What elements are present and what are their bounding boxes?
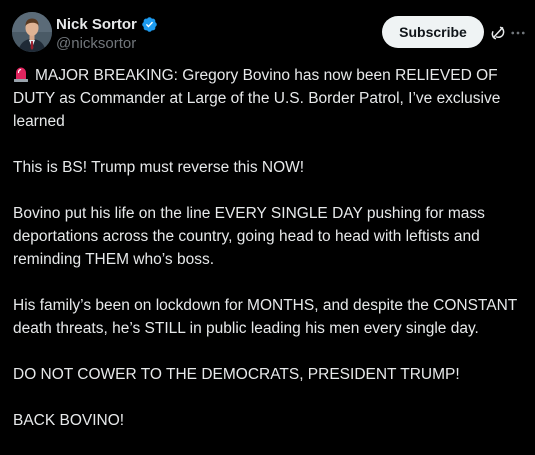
rotating-light-emoji-icon <box>13 66 29 82</box>
avatar-image <box>12 12 52 52</box>
post-paragraph-1-text: MAJOR BREAKING: Gregory Bovino has now b… <box>13 67 501 130</box>
grok-icon[interactable] <box>489 24 507 42</box>
post-paragraph-3: Bovino put his life on the line EVERY SI… <box>13 205 485 268</box>
author-handle[interactable]: @nicksortor <box>56 35 158 52</box>
author-block: Nick Sortor @nicksortor <box>56 14 158 52</box>
post-paragraph-1: MAJOR BREAKING: Gregory Bovino has now b… <box>13 64 525 133</box>
post-header: Nick Sortor @nicksortor Subscribe <box>12 10 525 54</box>
avatar[interactable] <box>12 12 52 52</box>
post-paragraph-4: His family’s been on lockdown for MONTHS… <box>13 297 517 337</box>
post-paragraph-5: DO NOT COWER TO THE DEMOCRATS, PRESIDENT… <box>13 366 460 383</box>
author-display-name[interactable]: Nick Sortor <box>56 16 137 33</box>
post-card: Nick Sortor @nicksortor Subscribe MAJOR … <box>0 0 535 429</box>
name-row: Nick Sortor <box>56 14 158 34</box>
post-paragraph-6: BACK BOVINO! <box>13 412 125 429</box>
more-options-icon[interactable] <box>509 24 527 42</box>
post-paragraph-2: This is BS! Trump must reverse this NOW! <box>13 159 305 176</box>
verified-badge-icon[interactable] <box>141 16 158 33</box>
post-body: MAJOR BREAKING: Gregory Bovino has now b… <box>13 64 525 455</box>
subscribe-button[interactable]: Subscribe <box>382 16 484 48</box>
